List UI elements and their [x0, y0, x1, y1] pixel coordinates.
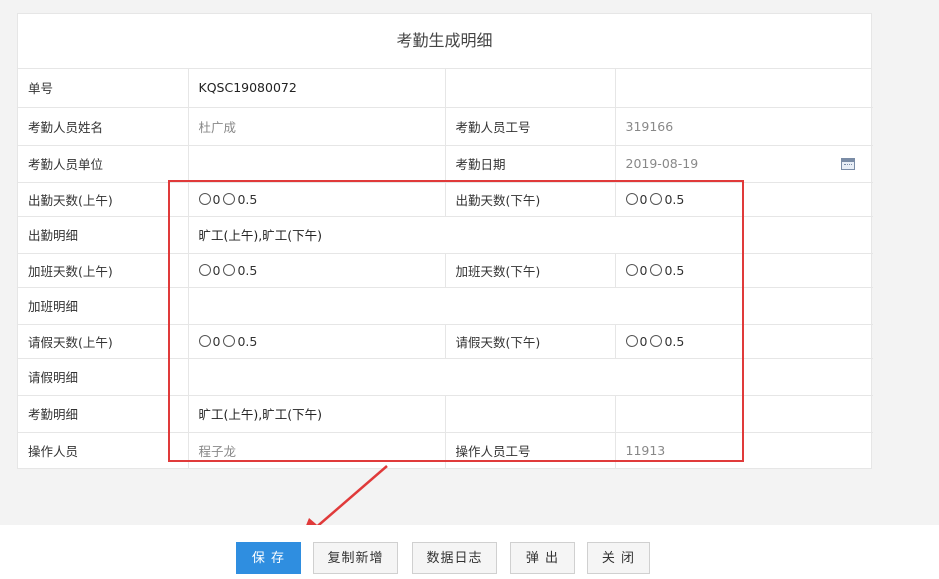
- att-am-radios: 0 0.5: [188, 182, 446, 217]
- operator-no-label: 操作人员工号: [445, 432, 616, 469]
- detail-table: 单号 KQSC19080072 考勤人员姓名 杜广成 考勤人员工号 319166…: [18, 69, 873, 469]
- copy-new-button[interactable]: 复制新增: [313, 542, 398, 574]
- radio-label: 0: [212, 191, 221, 207]
- operator-value: 程子龙: [188, 432, 446, 469]
- radio-label: 0.5: [237, 262, 258, 278]
- leave-am-radios: 0 0.5: [188, 324, 446, 359]
- empty-cell: [615, 69, 873, 108]
- radio-0-5[interactable]: [223, 264, 236, 276]
- radio-label: 0.5: [664, 191, 685, 207]
- name-label: 考勤人员姓名: [18, 107, 189, 146]
- kq-detail-label: 考勤明细: [18, 395, 189, 433]
- leave-pm-radios: 0 0.5: [615, 324, 873, 359]
- radio-label: 0: [212, 333, 221, 349]
- operator-no-value: 11913: [625, 443, 666, 459]
- leave-detail-label: 请假明细: [18, 358, 189, 396]
- calendar-icon[interactable]: [841, 157, 855, 170]
- radio-label: 0.5: [237, 333, 258, 349]
- radio-0[interactable]: [198, 335, 211, 347]
- radio-label: 0: [639, 262, 648, 278]
- ot-am-radios: 0 0.5: [188, 253, 446, 288]
- att-detail-value: 旷工(上午),旷工(下午): [188, 216, 873, 254]
- emp-no-label: 考勤人员工号: [445, 107, 616, 146]
- save-button[interactable]: 保 存: [236, 542, 301, 574]
- date-field[interactable]: 2019-08-19: [615, 145, 873, 183]
- radio-0[interactable]: [625, 193, 638, 205]
- close-button[interactable]: 关 闭: [587, 542, 650, 574]
- radio-0-5[interactable]: [650, 193, 663, 205]
- empty-cell: [445, 69, 616, 108]
- detail-panel: 考勤生成明细 单号 KQSC19080072 考勤人员姓名 杜广成 考勤人员工号…: [17, 13, 873, 469]
- unit-label: 考勤人员单位: [18, 145, 189, 183]
- att-detail-label: 出勤明细: [18, 216, 189, 254]
- unit-value: [188, 145, 446, 183]
- radio-0[interactable]: [198, 264, 211, 276]
- empty-cell: [445, 395, 616, 433]
- leave-pm-label: 请假天数(下午): [445, 324, 616, 359]
- popup-button[interactable]: 弹 出: [510, 542, 575, 574]
- radio-label: 0: [212, 262, 221, 278]
- form-title: 考勤生成明细: [18, 14, 871, 69]
- ot-pm-radios: 0 0.5: [615, 253, 873, 288]
- radio-0[interactable]: [198, 193, 211, 205]
- date-label: 考勤日期: [445, 145, 616, 183]
- ot-detail-label: 加班明细: [18, 287, 189, 325]
- att-pm-radios: 0 0.5: [615, 182, 873, 217]
- radio-0-5[interactable]: [223, 193, 236, 205]
- radio-label: 0: [639, 333, 648, 349]
- operator-label: 操作人员: [18, 432, 189, 469]
- leave-am-label: 请假天数(上午): [18, 324, 189, 359]
- att-am-label: 出勤天数(上午): [18, 182, 189, 217]
- leave-detail-value: [188, 358, 873, 396]
- radio-0[interactable]: [625, 335, 638, 347]
- ot-detail-value: [188, 287, 873, 325]
- radio-label: 0.5: [664, 333, 685, 349]
- order-no-label: 单号: [18, 69, 189, 108]
- name-value: 杜广成: [188, 107, 446, 146]
- empty-cell: [615, 395, 873, 433]
- ot-pm-label: 加班天数(下午): [445, 253, 616, 288]
- radio-0-5[interactable]: [650, 264, 663, 276]
- emp-no-value: 319166: [615, 107, 873, 146]
- radio-label: 0.5: [237, 191, 258, 207]
- radio-0-5[interactable]: [223, 335, 236, 347]
- att-pm-label: 出勤天数(下午): [445, 182, 616, 217]
- data-log-button[interactable]: 数据日志: [412, 542, 497, 574]
- date-value: 2019-08-19: [625, 156, 699, 171]
- radio-label: 0.5: [664, 262, 685, 278]
- order-no-value: KQSC19080072: [188, 69, 446, 108]
- ot-am-label: 加班天数(上午): [18, 253, 189, 288]
- kq-detail-value: 旷工(上午),旷工(下午): [188, 395, 446, 433]
- radio-0-5[interactable]: [650, 335, 663, 347]
- radio-0[interactable]: [625, 264, 638, 276]
- radio-label: 0: [639, 191, 648, 207]
